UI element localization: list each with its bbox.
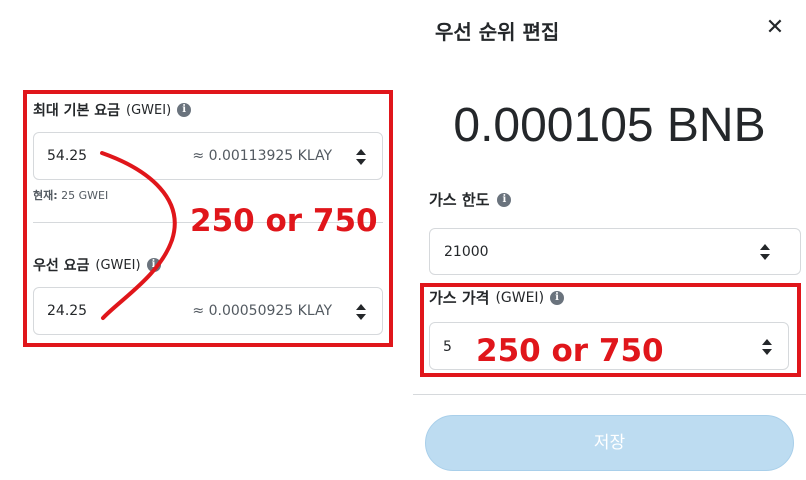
stepper-arrows-icon[interactable]: [762, 339, 772, 355]
annotation-text-right: 250 or 750: [476, 333, 664, 369]
stepper-down-icon[interactable]: [762, 349, 772, 355]
modal-title: 우선 순위 편집: [435, 20, 560, 44]
stepper-up-icon[interactable]: [762, 339, 772, 345]
gas-limit-label: 가스 한도 i: [429, 189, 512, 210]
stepper-up-icon[interactable]: [760, 244, 770, 250]
close-icon[interactable]: ✕: [763, 16, 787, 40]
gas-price-value[interactable]: 5: [443, 339, 452, 355]
edit-priority-modal: 우선 순위 편집 ✕ 0.000105 BNB 가스 한도 i 21000 가스…: [413, 0, 806, 480]
save-button[interactable]: 저장: [425, 415, 794, 471]
stepper-down-icon[interactable]: [760, 254, 770, 260]
stepper-arrows-icon[interactable]: [760, 244, 770, 260]
gas-limit-value[interactable]: 21000: [444, 244, 489, 260]
annotation-text-left: 250 or 750: [190, 203, 378, 239]
gas-price-label: 가스 가격 (GWEI) i: [429, 287, 565, 308]
gas-price-unit: (GWEI): [495, 289, 545, 306]
gas-price-label-text: 가스 가격: [429, 289, 490, 307]
left-fee-panel: 최대 기본 요금 (GWEI) i 54.25 ≈ 0.00113925 KLA…: [0, 0, 412, 480]
info-icon[interactable]: i: [550, 290, 565, 305]
gas-limit-input[interactable]: 21000: [429, 228, 801, 275]
gas-limit-label-text: 가스 한도: [429, 191, 490, 209]
info-icon[interactable]: i: [497, 192, 512, 207]
fee-amount: 0.000105 BNB: [453, 99, 766, 152]
annotation-curve: [100, 151, 177, 320]
divider: [413, 394, 806, 395]
